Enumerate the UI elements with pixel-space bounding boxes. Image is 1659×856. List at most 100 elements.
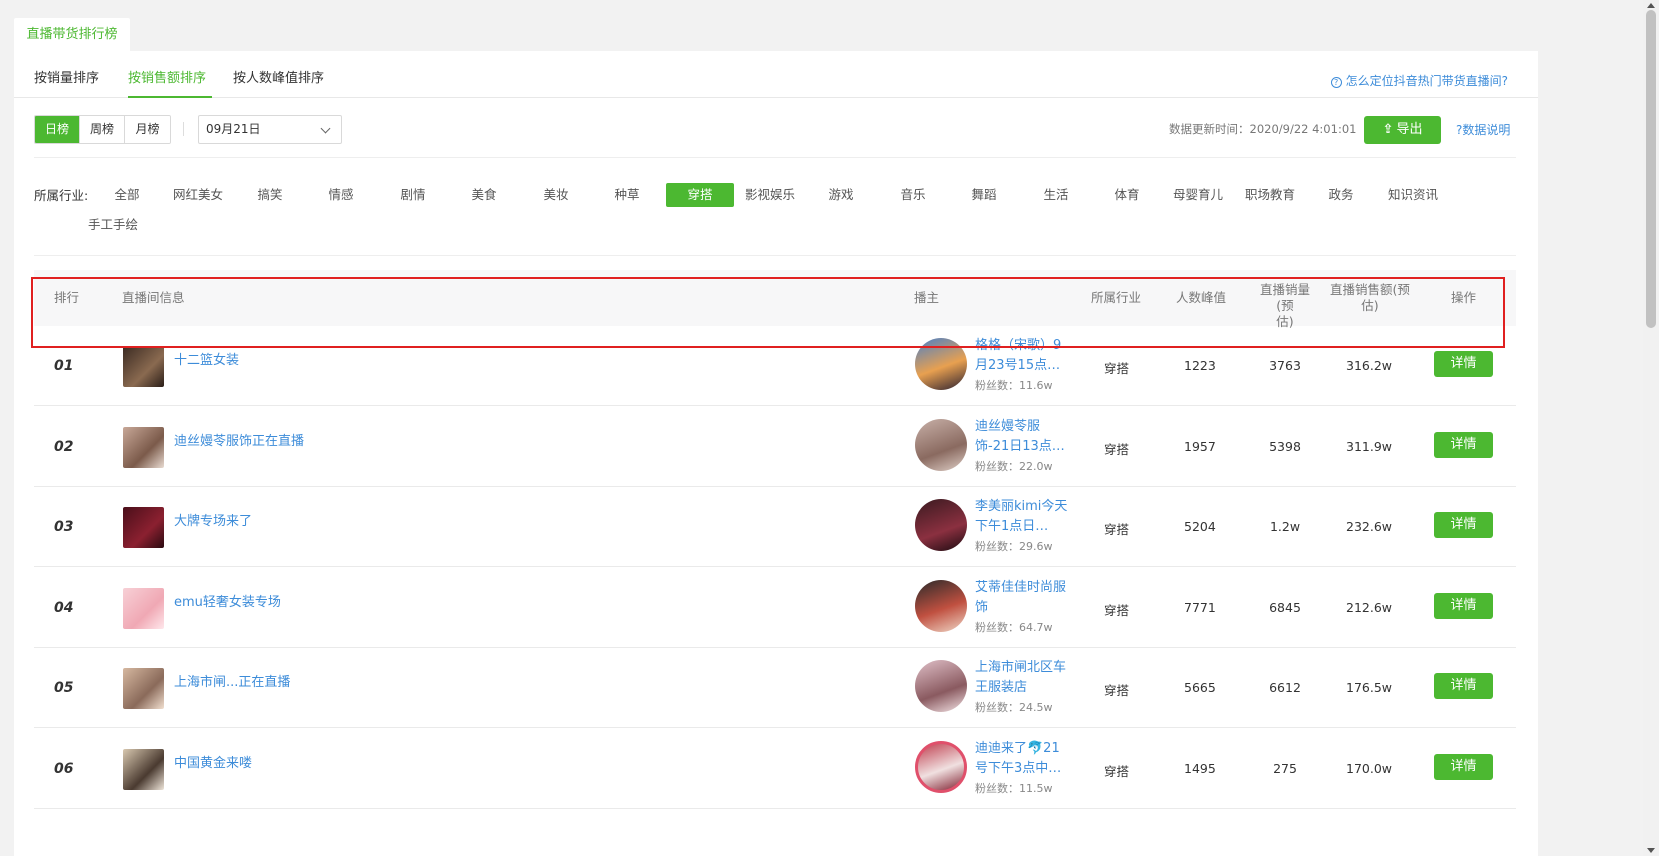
table-row: 03 大牌专场来了 李美丽kimi今天下午1点日… 粉丝数：29.6w 穿搭 5204 1.… — [34, 487, 1516, 567]
tab-live-sales-ranking[interactable]: 直播带货排行榜 — [14, 18, 130, 52]
sales-cell: 3763 — [1269, 358, 1301, 373]
industry-item[interactable]: 全部 — [93, 183, 161, 207]
host-name-link[interactable]: 迪丝嫚苓服饰-21日13点… — [975, 417, 1071, 457]
industry-item[interactable]: 游戏 — [807, 183, 875, 207]
peak-cell: 7771 — [1184, 599, 1216, 615]
industry-cell: 穿搭 — [1104, 683, 1130, 698]
industry-cell: 穿搭 — [1104, 602, 1130, 618]
industry-item[interactable]: 生活 — [1022, 183, 1090, 207]
chevron-down-icon — [320, 123, 331, 134]
industry-item[interactable]: 职场教育 — [1236, 183, 1304, 207]
avatar[interactable] — [915, 660, 967, 712]
period-month-button[interactable]: 月榜 — [125, 116, 170, 143]
amount-cell: 170.0w — [1346, 760, 1393, 776]
room-thumbnail[interactable] — [123, 668, 164, 709]
host-name-link[interactable]: 迪迪来了🐬21号下午3点中… — [975, 739, 1071, 779]
industry-item[interactable]: 搞笑 — [236, 183, 304, 207]
scroll-down-icon[interactable] — [1647, 848, 1655, 853]
room-name-link[interactable]: 大牌专场来了 — [174, 510, 252, 529]
host-name-link[interactable]: 上海市闸北区车王服装店 — [975, 658, 1071, 698]
help-link-text: 怎么定位抖音热门带货直播间? — [1345, 74, 1508, 88]
sales-cell: 6612 — [1269, 680, 1301, 695]
detail-button[interactable]: 详情 — [1434, 673, 1493, 699]
rank-number: 01 — [54, 358, 74, 374]
tab-sort-by-amount[interactable]: 按销售额排序 — [128, 67, 206, 86]
detail-button[interactable]: 详情 — [1434, 431, 1493, 458]
avatar[interactable] — [915, 740, 967, 793]
amount-cell: 311.9w — [1346, 438, 1393, 454]
industry-item[interactable]: 音乐 — [879, 183, 947, 207]
industry-item[interactable]: 影视娱乐 — [736, 183, 804, 207]
avatar[interactable] — [915, 499, 967, 551]
industry-item[interactable]: 网红美女 — [164, 183, 232, 207]
tab-sort-by-volume[interactable]: 按销量排序 — [34, 67, 99, 86]
industry-item[interactable]: 政务 — [1307, 183, 1375, 207]
room-thumbnail[interactable] — [123, 507, 164, 548]
industry-item[interactable]: 体育 — [1093, 183, 1161, 207]
fans-count: 粉丝数：24.5w — [975, 701, 1053, 714]
avatar[interactable] — [915, 579, 967, 632]
date-value: 09月21日 — [206, 122, 261, 136]
room-thumbnail[interactable] — [123, 346, 164, 387]
industry-cell: 穿搭 — [1104, 441, 1130, 457]
data-note-link[interactable]: ?数据说明 — [1456, 121, 1510, 138]
table-row: 04 emu轻奢女装专场 艾蒂佳佳时尚服饰 粉丝数：64.7w 穿搭 7771 6845 21… — [34, 568, 1516, 648]
rank-number: 05 — [54, 680, 74, 696]
period-day-button[interactable]: 日榜 — [35, 116, 80, 143]
industry-item[interactable]: 穿搭 — [666, 183, 734, 207]
industry-item[interactable]: 剧情 — [379, 183, 447, 207]
detail-button[interactable]: 详情 — [1434, 351, 1493, 377]
sales-cell: 5398 — [1269, 438, 1301, 454]
fans-count: 粉丝数：11.6w — [975, 379, 1053, 392]
detail-button[interactable]: 详情 — [1434, 753, 1493, 780]
room-name-link[interactable]: 上海市闸...正在直播 — [174, 671, 290, 690]
room-thumbnail[interactable] — [123, 426, 164, 468]
industry-item[interactable]: 种草 — [593, 183, 661, 207]
industry-item[interactable]: 母婴育儿 — [1164, 183, 1232, 207]
industry-item[interactable]: 知识资讯 — [1379, 183, 1447, 207]
main-panel: 按销量排序 按销售额排序 按人数峰值排序 ? 怎么定位抖音热门带货直播间? 日榜 … — [14, 51, 1538, 856]
active-tab-indicator — [128, 96, 212, 98]
scroll-up-icon[interactable] — [1647, 3, 1655, 8]
host-name-link[interactable]: 艾蒂佳佳时尚服饰 — [975, 578, 1071, 618]
highlight-box — [31, 277, 1505, 348]
scroll-thumb[interactable] — [1646, 10, 1656, 328]
date-select[interactable]: 09月21日 — [198, 115, 342, 144]
room-thumbnail[interactable] — [123, 587, 164, 629]
scrollbar[interactable] — [1643, 0, 1659, 856]
industry-label: 所属行业: — [34, 188, 89, 203]
industry-cell: 穿搭 — [1104, 522, 1130, 537]
amount-cell: 176.5w — [1346, 680, 1393, 695]
peak-cell: 1957 — [1184, 438, 1216, 454]
rank-number: 06 — [54, 760, 74, 777]
table-row: 02 迪丝嫚苓服饰正在直播 迪丝嫚苓服饰-21日13点… 粉丝数：22.0w 穿搭 195… — [34, 407, 1516, 487]
fans-count: 粉丝数：29.6w — [975, 540, 1053, 553]
question-icon: ? — [1330, 77, 1342, 88]
detail-button[interactable]: 详情 — [1434, 512, 1493, 538]
industry-item[interactable]: 手工手绘 — [79, 213, 147, 237]
industry-item[interactable]: 美食 — [450, 183, 518, 207]
industry-item[interactable]: 情感 — [307, 183, 375, 207]
avatar[interactable] — [915, 418, 967, 471]
export-button[interactable]: ⇪ 导出 — [1364, 116, 1441, 144]
room-name-link[interactable]: 迪丝嫚苓服饰正在直播 — [174, 430, 304, 449]
fans-count: 粉丝数：64.7w — [975, 620, 1053, 634]
room-name-link[interactable]: emu轻奢女装专场 — [174, 591, 281, 610]
host-name-link[interactable]: 李美丽kimi今天下午1点日… — [975, 497, 1071, 537]
rank-number: 04 — [54, 599, 74, 616]
divider — [183, 122, 184, 136]
industry-item[interactable]: 舞蹈 — [950, 183, 1018, 207]
help-link[interactable]: ? 怎么定位抖音热门带货直播间? — [1330, 72, 1508, 89]
sort-tabs: 按销量排序 按销售额排序 按人数峰值排序 ? 怎么定位抖音热门带货直播间? — [14, 51, 1538, 98]
divider — [34, 157, 1516, 158]
tab-sort-by-peak[interactable]: 按人数峰值排序 — [233, 67, 324, 86]
sales-cell: 275 — [1273, 760, 1297, 776]
room-thumbnail[interactable] — [123, 748, 164, 790]
sales-cell: 6845 — [1269, 599, 1301, 615]
industry-item[interactable]: 美妆 — [522, 183, 590, 207]
update-time: 数据更新时间：2020/9/22 4:01:01 — [1169, 122, 1357, 136]
room-name-link[interactable]: 十二篮女装 — [174, 349, 239, 368]
period-week-button[interactable]: 周榜 — [80, 116, 125, 143]
detail-button[interactable]: 详情 — [1434, 592, 1493, 619]
room-name-link[interactable]: 中国黄金来喽 — [174, 752, 252, 771]
